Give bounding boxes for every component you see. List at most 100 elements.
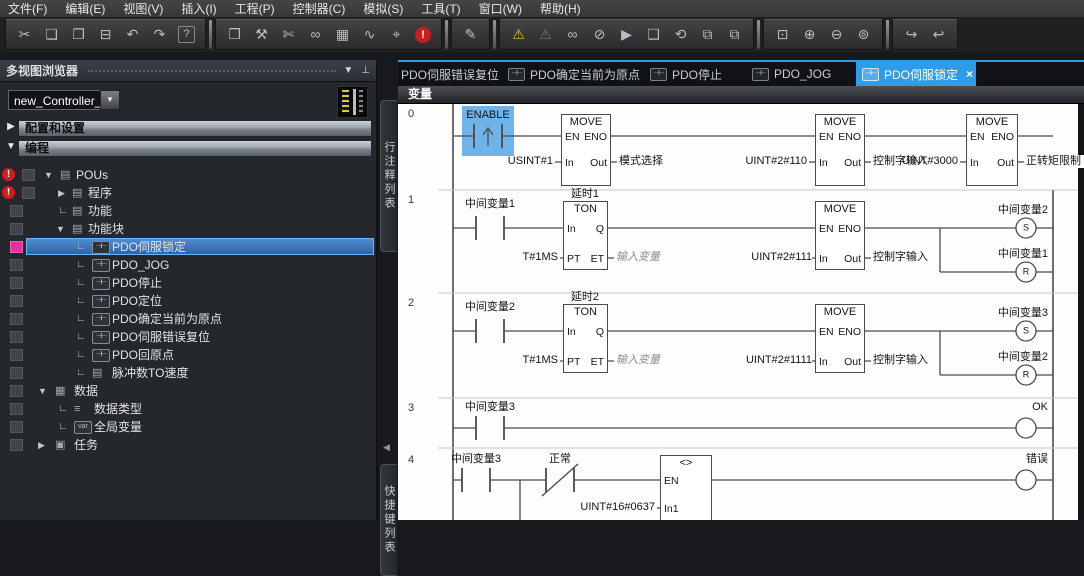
- coil-label[interactable]: 中间变量1: [968, 248, 1048, 261]
- sidebar-item-pdo-position[interactable]: ∟ ⊣⊢ PDO定位: [0, 292, 376, 310]
- operand-input[interactable]: UINT#2#111: [743, 251, 812, 264]
- rebuild-icon[interactable]: ✄: [275, 21, 302, 48]
- section-programming[interactable]: 编程: [18, 140, 372, 157]
- nc-contact-label[interactable]: 正常: [549, 453, 571, 466]
- simulate-run-icon[interactable]: ▶: [613, 21, 640, 48]
- paste-icon[interactable]: ❐: [65, 21, 92, 48]
- operand-input[interactable]: USINT#1: [498, 155, 553, 168]
- monitor-run-icon[interactable]: ∞: [559, 21, 586, 48]
- undo-icon[interactable]: ↶: [119, 21, 146, 48]
- expander-icon[interactable]: ▶: [58, 184, 65, 202]
- sidebar-item-pdo-homing[interactable]: ∟ ⊣⊢ PDO回原点: [0, 346, 376, 364]
- redo-icon[interactable]: ↷: [146, 21, 173, 48]
- sidebar-item-function-blocks[interactable]: ▼ ▤ 功能块: [0, 220, 376, 238]
- build-icon[interactable]: ⚒: [248, 21, 275, 48]
- coil-label[interactable]: 中间变量2: [968, 204, 1048, 217]
- operand-output[interactable]: 输入变量: [616, 354, 660, 367]
- sidebar-item-data-types[interactable]: ∟ ≡ 数据类型: [0, 400, 376, 418]
- move-block[interactable]: MOVE ENENO InOut: [561, 114, 611, 186]
- sidebar-item-pdo-stop[interactable]: ∟ ⊣⊢ PDO停止: [0, 274, 376, 292]
- online-icon[interactable]: ⧉: [694, 21, 721, 48]
- ton-block[interactable]: TON InQ PTET: [563, 304, 608, 373]
- operand-output[interactable]: 正转矩限制: [1026, 155, 1084, 168]
- menu-project[interactable]: 工程(P): [235, 0, 275, 17]
- sidebar-item-pous[interactable]: ! ▼ ▤ POUs: [0, 166, 376, 184]
- collapse-arrow-icon[interactable]: ◀: [383, 442, 390, 453]
- menu-help[interactable]: 帮助(H): [540, 0, 581, 17]
- move-block[interactable]: MOVE ENENO InOut: [815, 304, 865, 373]
- operand-output[interactable]: 输入变量: [616, 251, 660, 264]
- expander-icon[interactable]: ▶: [5, 121, 17, 132]
- menu-file[interactable]: 文件(F): [8, 0, 47, 17]
- close-icon[interactable]: ×: [966, 67, 973, 81]
- operand-input[interactable]: T#1MS: [510, 354, 558, 367]
- coil-label[interactable]: 中间变量2: [968, 351, 1048, 364]
- variables-bar[interactable]: 变量: [398, 86, 1084, 104]
- contact-label[interactable]: ENABLE: [466, 109, 509, 122]
- sync-icon[interactable]: ⟲: [667, 21, 694, 48]
- tab-pdo-servo-lock[interactable]: ⊣⊢ PDO伺服锁定 ×: [856, 62, 976, 86]
- sidebar-item-tasks[interactable]: ▶ ▣ 任务: [0, 436, 376, 454]
- sidebar-item-programs[interactable]: ! ▶ ▤ 程序: [0, 184, 376, 202]
- sidebar-item-pdo-error-reset[interactable]: ∟ ⊣⊢ PDO伺服错误复位: [0, 328, 376, 346]
- controller-dropdown-button[interactable]: ▼: [100, 90, 120, 110]
- monitor-stop-icon[interactable]: ⊘: [586, 21, 613, 48]
- io-map-icon[interactable]: ∿: [356, 21, 383, 48]
- rung-number[interactable]: 1: [408, 194, 414, 207]
- sidebar-item-pdo-jog[interactable]: ∟ ⊣⊢ PDO_JOG: [0, 256, 376, 274]
- expander-icon[interactable]: ▼: [5, 141, 17, 152]
- operand-input[interactable]: T#1MS: [510, 251, 558, 264]
- contact-label[interactable]: 中间变量2: [465, 301, 515, 314]
- rung-number[interactable]: 4: [408, 454, 414, 467]
- menu-insert[interactable]: 插入(I): [181, 0, 216, 17]
- error-list-icon[interactable]: !: [415, 27, 431, 43]
- jump-forward-icon[interactable]: ↪: [898, 21, 925, 48]
- search-icon[interactable]: ⌖: [383, 21, 410, 48]
- chevron-down-icon[interactable]: ▼: [343, 60, 353, 82]
- tab-pdo-error-reset[interactable]: PDO伺服错误复位: [398, 62, 498, 86]
- expander-icon[interactable]: ▶: [38, 436, 45, 454]
- tab-pdo-jog[interactable]: ⊣⊢ PDO_JOG: [746, 62, 854, 86]
- jump-back-icon[interactable]: ↩: [925, 21, 952, 48]
- zoom-in-icon[interactable]: ⊕: [796, 21, 823, 48]
- zoom-100-icon[interactable]: ⊚: [850, 21, 877, 48]
- coil-label[interactable]: 中间变量3: [968, 307, 1048, 320]
- zoom-fit-icon[interactable]: ⊡: [769, 21, 796, 48]
- tab-pdo-set-origin[interactable]: ⊣⊢ PDO确定当前为原点: [502, 62, 640, 86]
- operand-input[interactable]: UINT#16#0637: [573, 501, 655, 514]
- sidebar-item-data[interactable]: ▼ ▦ 数据: [0, 382, 376, 400]
- section-config[interactable]: 配置和设置: [18, 120, 372, 137]
- expander-icon[interactable]: ▼: [56, 220, 65, 238]
- operand-output[interactable]: 模式选择: [619, 155, 663, 168]
- contact-label[interactable]: 中间变量1: [465, 198, 515, 211]
- instance-name[interactable]: 延时2: [571, 291, 599, 304]
- copy-icon[interactable]: ❏: [38, 21, 65, 48]
- move-block[interactable]: MOVE ENENO InOut: [966, 114, 1018, 186]
- move-block[interactable]: MOVE ENENO InOut: [815, 201, 865, 270]
- cut-icon[interactable]: ✂: [11, 21, 38, 48]
- contact-label[interactable]: 中间变量3: [465, 401, 515, 414]
- controller-select[interactable]: new_Controller_0 ▼: [8, 90, 120, 110]
- rung-number[interactable]: 2: [408, 297, 414, 310]
- instance-name[interactable]: 延时1: [571, 188, 599, 201]
- operand-input[interactable]: UINT#2#1111: [736, 354, 812, 367]
- tab-pdo-stop[interactable]: ⊣⊢ PDO停止: [644, 62, 740, 86]
- delete-icon[interactable]: ⊟: [92, 21, 119, 48]
- window-icon[interactable]: ❒: [221, 21, 248, 48]
- offline-icon[interactable]: ⧉: [721, 21, 748, 48]
- tab-shortcut-list[interactable]: 快捷键列表: [380, 464, 397, 576]
- operand-input[interactable]: UINT#2#110: [738, 155, 807, 168]
- menu-edit[interactable]: 编辑(E): [65, 0, 105, 17]
- sidebar-item-pulse-to-speed[interactable]: ∟ ▤ 脉冲数TO速度: [0, 364, 376, 382]
- tab-rung-comment-list[interactable]: 行注释列表: [380, 100, 397, 252]
- help-icon[interactable]: ?: [178, 26, 195, 43]
- simulate-pause-icon[interactable]: ❑: [640, 21, 667, 48]
- sidebar-item-pdo-set-origin[interactable]: ∟ ⊣⊢ PDO确定当前为原点: [0, 310, 376, 328]
- watch-table-icon[interactable]: ▦: [329, 21, 356, 48]
- menu-controller[interactable]: 控制器(C): [293, 0, 346, 17]
- rung-number[interactable]: 0: [408, 108, 414, 121]
- move-block[interactable]: MOVE ENENO InOut: [815, 114, 865, 186]
- coil-label[interactable]: OK: [975, 401, 1048, 414]
- warning-off-icon[interactable]: ⚠: [532, 21, 559, 48]
- menu-tools[interactable]: 工具(T): [421, 0, 460, 17]
